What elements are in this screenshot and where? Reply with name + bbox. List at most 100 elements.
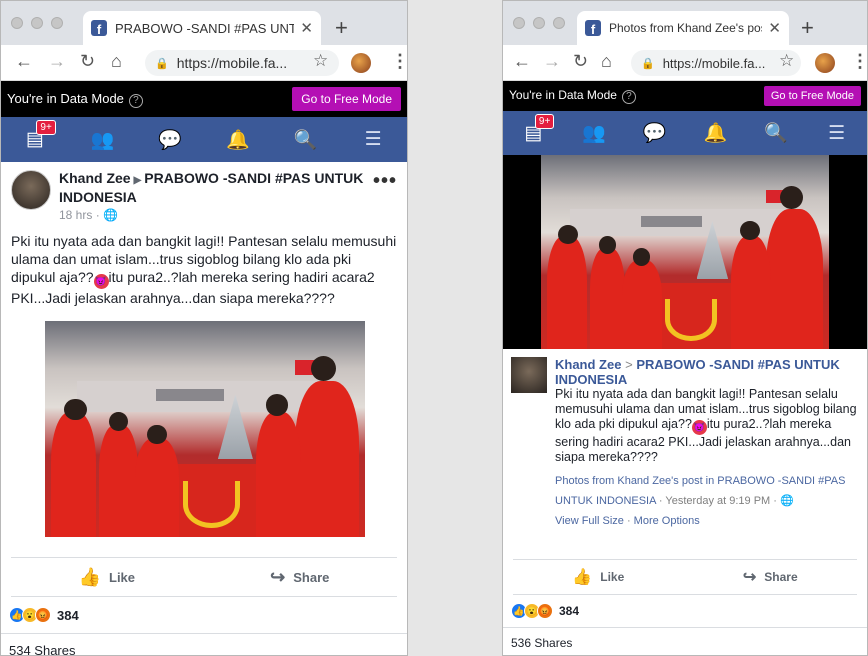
reload-icon[interactable]: ↻: [80, 51, 95, 72]
separator: >: [625, 357, 633, 372]
close-tab-icon[interactable]: ✕: [300, 19, 313, 37]
author-name-link[interactable]: Khand Zee: [555, 357, 621, 372]
bookmark-star-icon[interactable]: ☆: [779, 51, 794, 71]
view-full-size-link[interactable]: View Full Size: [555, 515, 624, 527]
new-tab-button[interactable]: +: [801, 15, 814, 41]
friends-icon[interactable]: 👥: [85, 128, 119, 152]
devil-emoji-icon: 😈: [93, 274, 109, 289]
share-arrow-icon: ↪: [742, 569, 757, 586]
post-title: Khand Zee ▶ PRABOWO -SANDI #PAS UNTUK INDO…: [59, 170, 373, 206]
photo-caption: Khand Zee > PRABOWO -SANDI #PAS UNTUK IN…: [503, 349, 867, 531]
window-controls: [513, 17, 565, 29]
notification-badge: 9+: [534, 113, 555, 129]
browser-toolbar: ← → ↻ ⌂ 🔒 https://mobile.fa... ☆ ⋮: [1, 45, 407, 81]
post-photo[interactable]: [45, 321, 365, 537]
post-card: Khand Zee ▶ PRABOWO -SANDI #PAS UNTUK INDO…: [1, 162, 407, 315]
search-icon[interactable]: 🔍: [288, 128, 322, 152]
free-mode-button[interactable]: Go to Free Mode: [763, 86, 861, 106]
url-text: https://mobile.fa...: [662, 55, 766, 71]
data-mode-label: You're in Data Mode?: [7, 91, 143, 108]
caption-title: Khand Zee > PRABOWO -SANDI #PAS UNTUK IN…: [555, 357, 859, 387]
tab-strip: f PRABOWO -SANDI #PAS UNTUK ✕ +: [1, 1, 407, 45]
bookmark-star-icon[interactable]: ☆: [313, 51, 328, 71]
share-button[interactable]: ↪ Share: [743, 567, 798, 587]
browser-toolbar: ← → ↻ ⌂ 🔒 https://mobile.fa... ☆ ⋮: [503, 45, 867, 81]
free-mode-button[interactable]: Go to Free Mode: [292, 87, 401, 111]
home-icon[interactable]: ⌂: [601, 51, 612, 72]
author-avatar[interactable]: [11, 170, 51, 210]
post-actions: 👍 Like ↪ Share: [11, 557, 397, 597]
browser-window-left: f PRABOWO -SANDI #PAS UNTUK ✕ + ← → ↻ ⌂ …: [0, 0, 408, 656]
angry-reaction-icon: 😡: [537, 603, 553, 619]
globe-icon: 🌐: [103, 208, 118, 222]
browser-tab[interactable]: f Photos from Khand Zee's post ✕: [577, 11, 789, 45]
reload-icon[interactable]: ↻: [573, 51, 588, 72]
news-feed-icon[interactable]: ▤ 9+: [516, 113, 555, 145]
thumbs-up-icon: 👍: [78, 566, 101, 587]
full-photo[interactable]: [541, 155, 829, 349]
reactions-row[interactable]: 👍 😮 😡 384: [1, 597, 407, 633]
maximize-window-button[interactable]: [51, 17, 63, 29]
close-window-button[interactable]: [11, 17, 23, 29]
facebook-nav-bar: ▤ 9+ 👥 💬 🔔 🔍 ☰: [1, 117, 407, 162]
new-tab-button[interactable]: +: [335, 15, 348, 41]
menu-kebab-icon[interactable]: ⋮: [391, 51, 407, 72]
tab-title: PRABOWO -SANDI #PAS UNTUK: [115, 20, 294, 36]
data-mode-label: You're in Data Mode?: [509, 88, 636, 104]
share-count[interactable]: 534 Shares: [1, 633, 407, 655]
bell-icon[interactable]: 🔔: [698, 121, 732, 145]
post-actions: 👍 Like ↪ Share: [513, 559, 857, 595]
minimize-window-button[interactable]: [533, 17, 545, 29]
news-feed-icon[interactable]: ▤ 9+: [18, 120, 56, 151]
home-icon[interactable]: ⌂: [111, 51, 122, 72]
album-meta: Photos from Khand Zee's post in PRABOWO …: [555, 475, 846, 507]
notification-badge: 9+: [36, 120, 56, 135]
facebook-nav-bar: ▤ 9+ 👥 💬 🔔 🔍 ☰: [503, 111, 867, 155]
tab-title: Photos from Khand Zee's post: [609, 21, 763, 35]
post-text: Pki itu nyata ada dan bangkit lagi!! Pan…: [11, 233, 397, 306]
like-button[interactable]: 👍 Like: [572, 567, 624, 587]
photo-options: View Full Size · More Options: [555, 515, 700, 527]
close-window-button[interactable]: [513, 17, 525, 29]
author-name-link[interactable]: Khand Zee: [59, 170, 131, 186]
thumbs-up-icon: 👍: [572, 569, 593, 586]
minimize-window-button[interactable]: [31, 17, 43, 29]
maximize-window-button[interactable]: [553, 17, 565, 29]
more-options-link[interactable]: More Options: [634, 515, 700, 527]
like-button[interactable]: 👍 Like: [79, 567, 135, 588]
author-avatar[interactable]: [511, 357, 547, 393]
hamburger-menu-icon[interactable]: ☰: [820, 122, 854, 145]
caption-text: Pki itu nyata ada dan bangkit lagi!! Pan…: [555, 387, 857, 464]
post-timestamp: 18 hrs · 🌐: [59, 208, 118, 222]
forward-icon[interactable]: →: [48, 51, 66, 72]
share-button[interactable]: ↪ Share: [270, 567, 329, 588]
devil-emoji-icon: 😈: [691, 420, 707, 435]
reactions-row[interactable]: 👍 😮 😡 384: [503, 595, 867, 627]
hamburger-menu-icon[interactable]: ☰: [356, 128, 390, 151]
extension-avatar-icon[interactable]: [815, 53, 835, 73]
lock-icon: 🔒: [155, 57, 169, 70]
address-bar[interactable]: 🔒 https://mobile.fa...: [631, 50, 801, 76]
more-options-icon[interactable]: •••: [373, 170, 397, 193]
messenger-icon[interactable]: 💬: [638, 121, 672, 145]
menu-kebab-icon[interactable]: ⋮: [851, 51, 867, 72]
search-icon[interactable]: 🔍: [759, 121, 793, 145]
back-icon[interactable]: ←: [15, 51, 33, 72]
help-icon[interactable]: ?: [621, 90, 636, 104]
back-icon[interactable]: ←: [513, 51, 531, 72]
browser-tab[interactable]: f PRABOWO -SANDI #PAS UNTUK ✕: [83, 11, 321, 45]
close-tab-icon[interactable]: ✕: [768, 19, 781, 37]
friends-icon[interactable]: 👥: [577, 121, 611, 145]
share-count[interactable]: 536 Shares: [503, 627, 867, 655]
bell-icon[interactable]: 🔔: [221, 128, 255, 152]
forward-icon[interactable]: →: [543, 51, 561, 72]
help-icon[interactable]: ?: [128, 93, 143, 108]
post-header: Khand Zee ▶ PRABOWO -SANDI #PAS UNTUK INDO…: [11, 170, 397, 222]
messenger-icon[interactable]: 💬: [153, 128, 187, 152]
extension-avatar-icon[interactable]: [351, 53, 371, 73]
url-text: https://mobile.fa...: [176, 55, 288, 71]
window-controls: [11, 17, 63, 29]
browser-window-right: f Photos from Khand Zee's post ✕ + ← → ↻…: [502, 0, 868, 656]
globe-icon: 🌐: [779, 495, 794, 507]
address-bar[interactable]: 🔒 https://mobile.fa...: [145, 50, 339, 76]
